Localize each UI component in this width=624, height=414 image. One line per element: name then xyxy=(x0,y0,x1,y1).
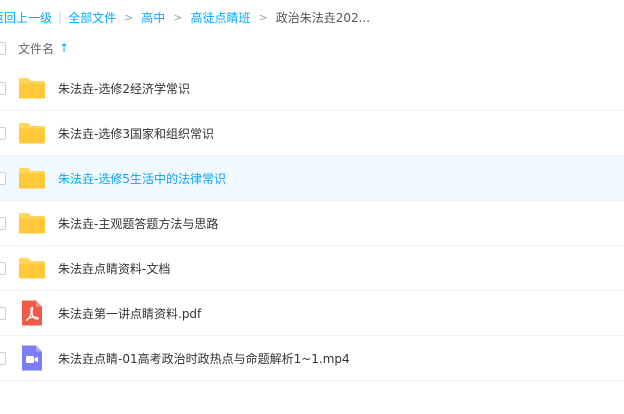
breadcrumb: 返回上一级 | 全部文件 > 高中 > 高徒点睛班 > 政治朱法垚202... xyxy=(0,0,624,34)
sort-ascending-icon[interactable]: ↑ xyxy=(59,41,69,55)
pdf-file-icon[interactable] xyxy=(18,299,46,327)
row-checkbox[interactable] xyxy=(0,307,6,320)
folder-icon[interactable] xyxy=(18,209,46,237)
breadcrumb-current: 政治朱法垚202... xyxy=(275,10,371,25)
list-item[interactable]: 朱法垚第一讲点睛资料.pdf xyxy=(0,291,624,336)
row-checkbox[interactable] xyxy=(0,217,6,230)
file-name[interactable]: 朱法垚点睛资料-文档 xyxy=(58,260,170,277)
file-name[interactable]: 朱法垚第一讲点睛资料.pdf xyxy=(58,305,201,322)
folder-icon[interactable] xyxy=(18,74,46,102)
list-item[interactable]: 朱法垚-选修5生活中的法律常识 xyxy=(0,156,624,201)
breadcrumb-divider: | xyxy=(58,10,63,24)
chevron-right-icon: > xyxy=(173,10,183,24)
breadcrumb-all-files[interactable]: 全部文件 xyxy=(68,9,116,26)
breadcrumb-class[interactable]: 高徒点睛班 xyxy=(191,9,251,26)
video-file-icon[interactable] xyxy=(18,344,46,372)
list-header: 文件名 ↑ xyxy=(0,34,624,62)
list-item[interactable]: 朱法垚-主观题答题方法与思路 xyxy=(0,201,624,246)
back-link[interactable]: 返回上一级 xyxy=(0,9,52,26)
file-name[interactable]: 朱法垚点睛-01高考政治时政热点与命题解析1~1.mp4 xyxy=(58,350,350,367)
list-item[interactable]: 朱法垚-选修2经济学常识 xyxy=(0,66,624,111)
file-list: 朱法垚-选修2经济学常识 朱法垚-选修3国家和组织常识 朱法垚-选修5生活中的法… xyxy=(0,66,624,381)
sort-by-name[interactable]: 文件名 xyxy=(18,40,54,57)
folder-icon[interactable] xyxy=(18,119,46,147)
chevron-right-icon: > xyxy=(258,10,268,24)
select-all-checkbox[interactable] xyxy=(0,41,6,55)
breadcrumb-gaozhong[interactable]: 高中 xyxy=(141,9,165,26)
folder-icon[interactable] xyxy=(18,254,46,282)
row-checkbox[interactable] xyxy=(0,352,6,365)
file-name[interactable]: 朱法垚-主观题答题方法与思路 xyxy=(58,215,218,232)
row-checkbox[interactable] xyxy=(0,172,6,185)
list-item[interactable]: 朱法垚-选修3国家和组织常识 xyxy=(0,111,624,156)
row-checkbox[interactable] xyxy=(0,262,6,275)
folder-icon[interactable] xyxy=(18,164,46,192)
list-item[interactable]: 朱法垚点睛-01高考政治时政热点与命题解析1~1.mp4 xyxy=(0,336,624,381)
list-item[interactable]: 朱法垚点睛资料-文档 xyxy=(0,246,624,291)
chevron-right-icon: > xyxy=(124,10,134,24)
file-name[interactable]: 朱法垚-选修2经济学常识 xyxy=(58,80,190,97)
row-checkbox[interactable] xyxy=(0,127,6,140)
row-checkbox[interactable] xyxy=(0,82,6,95)
file-name[interactable]: 朱法垚-选修3国家和组织常识 xyxy=(58,125,214,142)
file-name[interactable]: 朱法垚-选修5生活中的法律常识 xyxy=(58,170,226,187)
